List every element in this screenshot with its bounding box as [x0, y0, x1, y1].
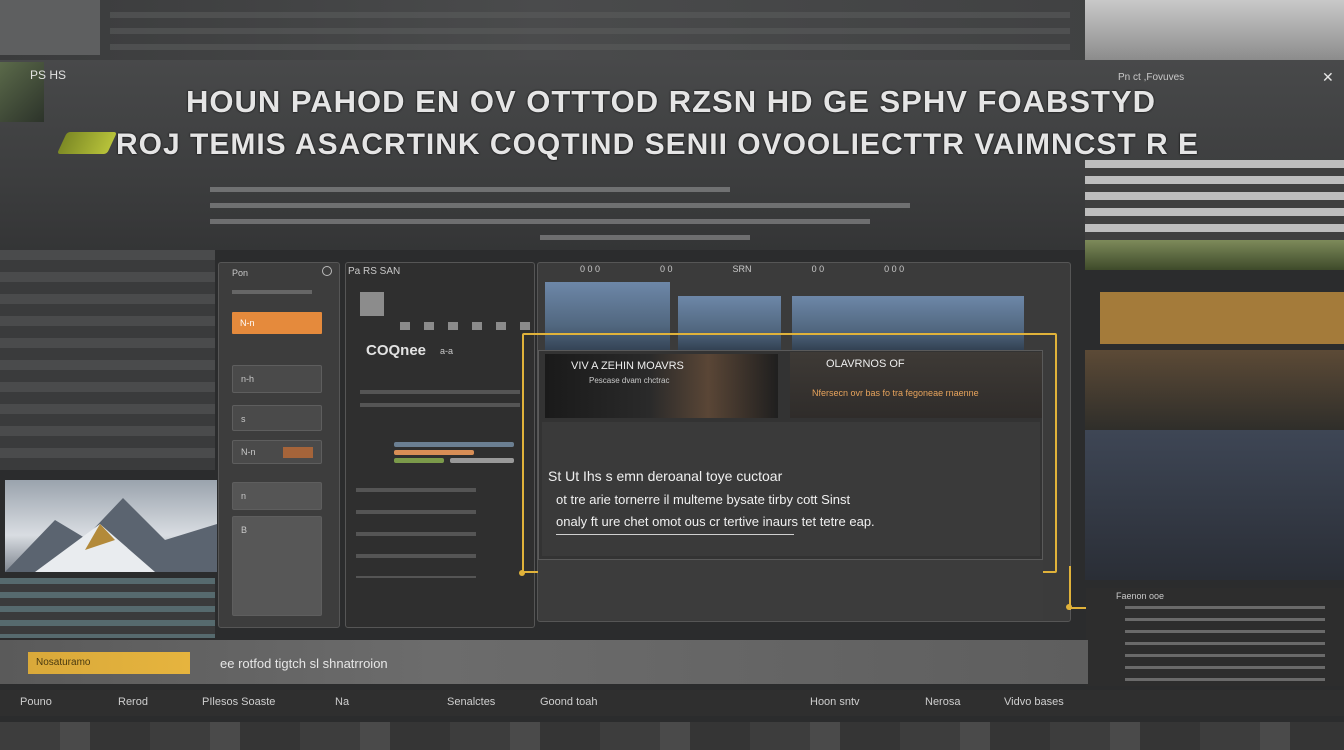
caption-stripe — [210, 187, 730, 192]
progress-bar-4 — [450, 458, 514, 463]
dialog-underline — [556, 534, 794, 535]
left-panel-header: Pon — [232, 268, 249, 278]
bottom-tab[interactable]: Hoon sntv — [810, 696, 860, 708]
progress-bar-2 — [394, 450, 474, 455]
list-item-label: N-n — [241, 447, 256, 457]
accent-item-label: N-n — [240, 318, 255, 328]
dialog-body-line2: ot tre arie tornerre il multeme bysate t… — [556, 492, 851, 507]
preview-tab[interactable]: 0 0 — [812, 264, 825, 276]
top-strip-left — [0, 0, 100, 55]
top-right-label: Pn ct ,Fovuves — [1118, 72, 1185, 83]
mid-thumb — [360, 292, 384, 316]
left-stripes — [0, 250, 215, 470]
tab-label[interactable]: Pa RS SAN — [348, 266, 400, 277]
footer-stripes — [0, 722, 1344, 750]
right-mid-block — [1085, 430, 1344, 580]
dialog-right-header: OLAVRNOS OF Nfersecn ovr bas fo tra fego… — [790, 352, 1042, 418]
status-label: COQnee — [366, 342, 427, 359]
preview-tab[interactable]: 0 0 0 — [580, 264, 600, 276]
bottom-bar-label: ee rotfod tigtch sl shnatrroion — [220, 656, 388, 671]
dialog-body: St Ut Ihs s emn deroanal toye cuctoar ot… — [542, 422, 1040, 556]
list-item-label: n-h — [241, 374, 255, 384]
bottom-tab[interactable]: Senalctes — [447, 696, 495, 708]
list-item-label: s — [241, 414, 246, 424]
dialog-footer — [538, 560, 1043, 620]
right-info-header: Faenon ooe — [1116, 591, 1165, 601]
left-panel-topbar — [232, 290, 312, 294]
mid-rows — [360, 390, 520, 416]
caption-stripe — [540, 235, 750, 240]
right-stripes — [1085, 160, 1344, 240]
list-item-label: n — [241, 491, 247, 501]
preview-toolbar: 0 0 0 0 0 SRN 0 0 0 0 0 — [540, 264, 1070, 276]
frame-handle — [519, 570, 525, 576]
top-stripe — [110, 44, 1070, 50]
dialog-body-line3: onaly ft ure chet omot ous cr tertive in… — [556, 514, 875, 529]
top-stripe — [110, 12, 1070, 18]
progress-bar-1 — [394, 442, 514, 447]
bottom-tab[interactable]: Nerosa — [925, 696, 960, 708]
left-bottom-stripes — [0, 578, 215, 638]
bottom-tab[interactable]: Na — [335, 696, 349, 708]
close-icon[interactable]: ✕ — [1322, 70, 1336, 84]
left-item-5[interactable]: B — [232, 516, 322, 616]
bottom-accent-button[interactable]: Nosaturamo — [28, 652, 190, 674]
bottom-tab[interactable]: Rerod — [118, 696, 148, 708]
caption-stripe — [210, 219, 870, 224]
status-sub-label: a-a — [440, 346, 454, 356]
left-item-2[interactable]: s — [232, 405, 322, 431]
caption-stripe — [210, 203, 910, 208]
top-left-label: PS HS — [30, 68, 67, 82]
preview-tab[interactable]: SRN — [733, 264, 752, 276]
leaf-decoration-icon — [56, 132, 118, 154]
top-strip-right — [1085, 0, 1344, 60]
bottom-tab[interactable]: Vidvo bases — [1004, 696, 1064, 708]
dialog-image-header: VIV A ZEHIN MOAVRS Pescase dvam chctrac — [545, 354, 778, 418]
dialog-header-subtitle: Pescase dvam chctrac — [589, 376, 670, 385]
mountain-thumbnail — [5, 480, 217, 572]
page-title-line2: ROJ TEMIS ASACRTINK COQTIND SENII OVOOLI… — [116, 128, 1200, 161]
connector-dot — [1066, 604, 1072, 610]
dialog-header-title: VIV A ZEHIN MOAVRS — [571, 360, 684, 372]
bottom-tab[interactable]: Pouno — [20, 696, 52, 708]
preview-tab[interactable]: 0 0 0 — [884, 264, 904, 276]
mountain-icon — [5, 498, 217, 572]
bottom-accent-label: Nosaturamo — [36, 657, 91, 668]
dialog-right-title: OLAVRNOS OF — [826, 358, 905, 370]
right-dark-block — [1085, 350, 1344, 430]
list-item-label: B — [241, 525, 248, 535]
left-item-1[interactable]: n-h — [232, 365, 322, 393]
dialog-body-line1: St Ut Ihs s emn deroanal toye cuctoar — [548, 468, 783, 484]
bottom-tab[interactable]: PIlesos Soaste — [202, 696, 275, 708]
item-orange-tag — [283, 447, 313, 458]
left-item-3[interactable]: N-n — [232, 440, 322, 464]
left-panel-accent-item[interactable]: N-n — [232, 312, 322, 334]
progress-bar-3 — [394, 458, 444, 463]
dialog-right-subtitle: Nfersecn ovr bas fo tra fegoneae rnaenne — [812, 388, 979, 398]
preview-tab[interactable]: 0 0 — [660, 264, 673, 276]
mid-lower-rows — [356, 488, 476, 578]
page-title-line1: HOUN PAHOD EN OV OTTTOD RZSN HD GE SPHV … — [186, 84, 1157, 119]
bottom-tab[interactable]: Goond toah — [540, 696, 598, 708]
left-item-4[interactable]: n — [232, 482, 322, 510]
top-stripe — [110, 28, 1070, 34]
right-landscape — [1085, 240, 1344, 270]
mid-toolbar — [400, 322, 530, 330]
right-orange-block — [1100, 292, 1344, 344]
right-info-lines — [1125, 606, 1325, 684]
search-icon[interactable] — [322, 266, 332, 276]
